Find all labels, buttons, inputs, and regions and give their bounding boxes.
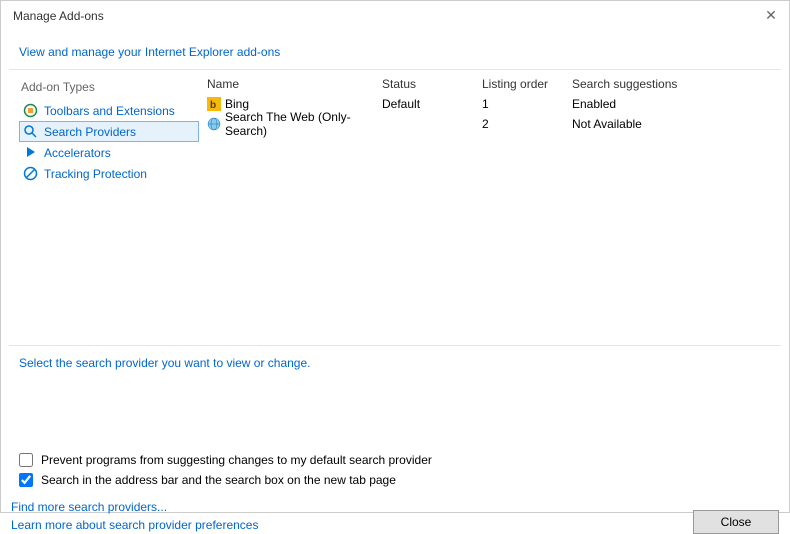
header-name[interactable]: Name [199,75,374,93]
sidebar-item-label: Toolbars and Extensions [44,104,175,118]
window-title: Manage Add-ons [13,9,104,23]
checkbox-addressbar-search[interactable]: Search in the address bar and the search… [19,470,771,490]
provider-name: Search The Web (Only-Search) [225,110,366,138]
provider-suggestions: Enabled [564,97,704,111]
footer: Find more search providers... Learn more… [1,490,789,534]
provider-order: 2 [474,117,564,131]
checkbox-input[interactable] [19,453,33,467]
sidebar-item-accelerators[interactable]: Accelerators [19,142,199,163]
footer-links: Find more search providers... Learn more… [11,498,258,534]
sidebar-item-label: Search Providers [44,125,136,139]
sidebar: Add-on Types Toolbars and Extensions Sea… [9,70,199,345]
bottom-panel: Select the search provider you want to v… [9,345,781,490]
header-status[interactable]: Status [374,75,474,93]
checkbox-input[interactable] [19,473,33,487]
sidebar-item-tracking[interactable]: Tracking Protection [19,163,199,184]
instruction-text: Select the search provider you want to v… [19,354,771,450]
bing-icon: b [207,97,221,111]
tracking-icon [23,166,38,181]
list-header: Name Status Listing order Search suggest… [199,70,781,94]
table-row[interactable]: Search The Web (Only-Search) 2 Not Avail… [199,114,781,134]
close-icon[interactable]: ✕ [763,8,779,24]
checkbox-label: Search in the address bar and the search… [41,473,396,487]
sidebar-item-search[interactable]: Search Providers [19,121,199,142]
accel-icon [23,145,38,160]
sidebar-item-label: Tracking Protection [44,167,147,181]
globe-icon [207,117,221,131]
toolbar-icon [23,103,38,118]
window-titlebar: Manage Add-ons ✕ [1,1,789,31]
header-suggestions[interactable]: Search suggestions [564,75,704,93]
sidebar-item-label: Accelerators [44,146,111,160]
window-subtitle: View and manage your Internet Explorer a… [1,31,789,69]
sidebar-item-toolbars[interactable]: Toolbars and Extensions [19,100,199,121]
provider-list: Name Status Listing order Search suggest… [199,70,781,345]
main-area: Add-on Types Toolbars and Extensions Sea… [9,69,781,345]
provider-suggestions: Not Available [564,117,704,131]
close-button[interactable]: Close [693,510,779,534]
link-learn-more[interactable]: Learn more about search provider prefere… [11,516,258,534]
provider-name: Bing [225,97,249,111]
provider-order: 1 [474,97,564,111]
sidebar-title: Add-on Types [19,78,199,100]
provider-status: Default [374,97,474,111]
checkbox-label: Prevent programs from suggesting changes… [41,453,432,467]
search-icon [23,124,38,139]
checkbox-prevent-changes[interactable]: Prevent programs from suggesting changes… [19,450,771,470]
header-order[interactable]: Listing order [474,75,564,93]
link-find-providers[interactable]: Find more search providers... [11,498,258,516]
